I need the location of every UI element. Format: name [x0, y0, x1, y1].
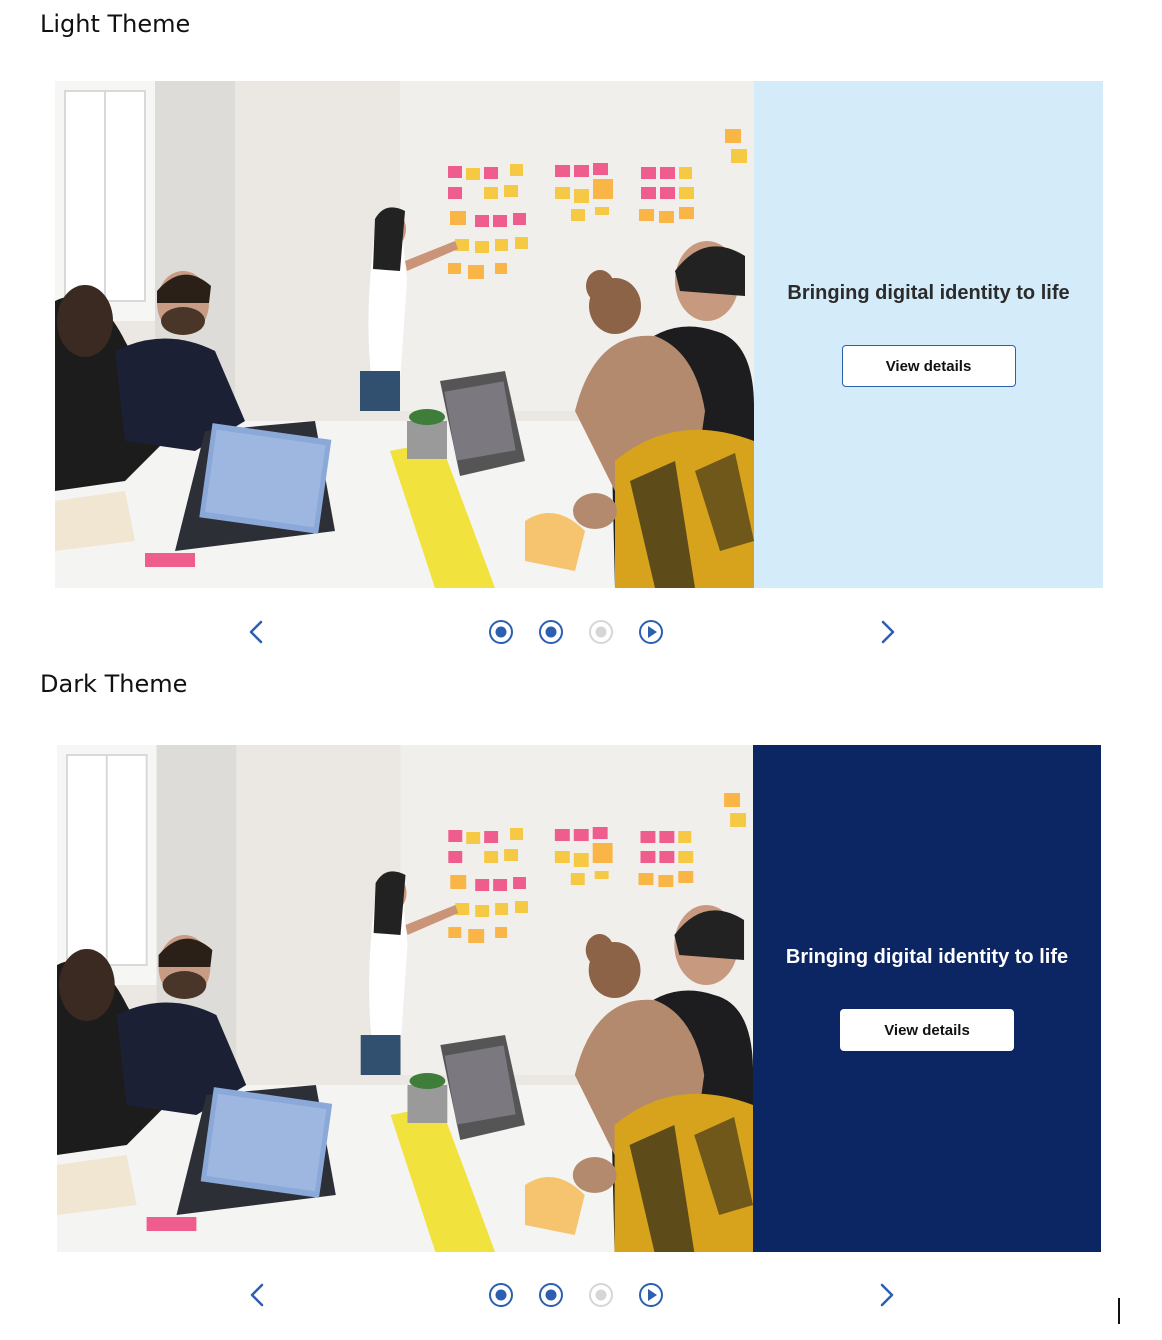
carousel-content-panel: Bringing digital identity to life View d…: [753, 745, 1101, 1252]
carousel-dot-1-icon[interactable]: [481, 1275, 521, 1315]
light-carousel-controls: [55, 612, 1103, 652]
carousel-dot-3-icon[interactable]: [581, 612, 621, 652]
chevron-left-icon[interactable]: [237, 612, 277, 652]
carousel-photo: [57, 745, 753, 1252]
carousel-dot-2-icon[interactable]: [531, 1275, 571, 1315]
dark-carousel: Bringing digital identity to life View d…: [57, 745, 1101, 1252]
panel-title: Bringing digital identity to life: [787, 282, 1070, 304]
carousel-photo: [55, 81, 754, 588]
team-meeting-photo: [55, 81, 754, 588]
chevron-right-icon[interactable]: [867, 612, 907, 652]
chevron-left-icon[interactable]: [238, 1275, 278, 1315]
play-icon[interactable]: [631, 1275, 671, 1315]
view-details-button[interactable]: View details: [840, 1009, 1014, 1051]
carousel-content-panel: Bringing digital identity to life View d…: [754, 81, 1103, 588]
text-cursor: [1118, 1298, 1120, 1324]
dark-theme-heading: Dark Theme: [40, 670, 188, 698]
carousel-dot-3-icon[interactable]: [581, 1275, 621, 1315]
light-theme-heading: Light Theme: [40, 10, 191, 38]
team-meeting-photo: [57, 745, 753, 1252]
play-icon[interactable]: [631, 612, 671, 652]
view-details-button[interactable]: View details: [841, 345, 1016, 387]
chevron-right-icon[interactable]: [866, 1275, 906, 1315]
panel-title: Bringing digital identity to life: [785, 946, 1069, 968]
light-carousel: Bringing digital identity to life View d…: [55, 81, 1103, 588]
dark-carousel-controls: [57, 1275, 1101, 1315]
carousel-dot-2-icon[interactable]: [531, 612, 571, 652]
carousel-dot-1-icon[interactable]: [481, 612, 521, 652]
